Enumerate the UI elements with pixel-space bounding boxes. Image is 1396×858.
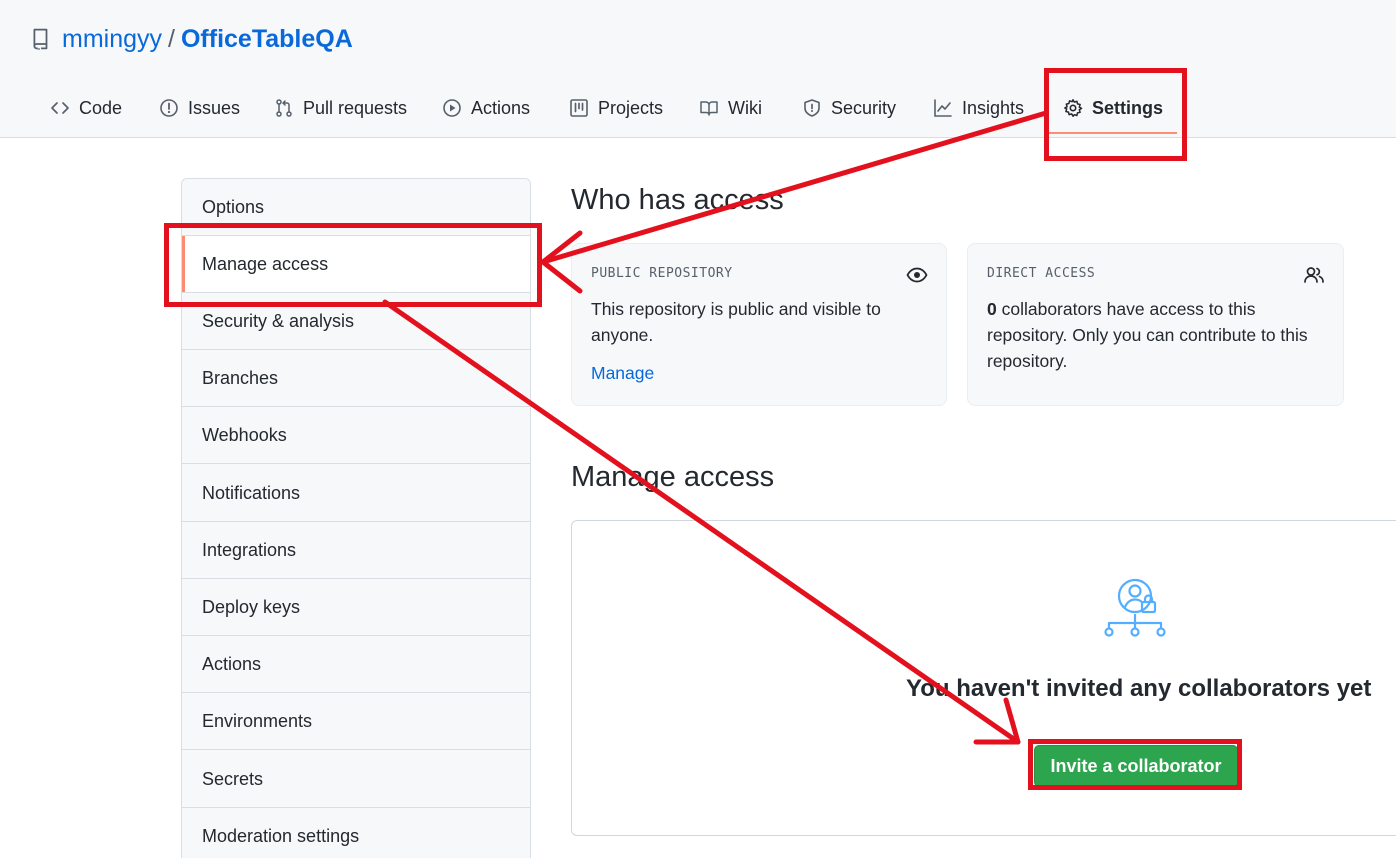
sidebar-item-label: Secrets [202,768,264,789]
sidebar-item-label: Branches [202,367,279,388]
tab-wiki[interactable]: Wiki [699,84,762,132]
collaborators-empty-state: You haven't invited any collaborators ye… [571,520,1396,836]
empty-state-title: You haven't invited any collaborators ye… [906,675,1372,702]
sidebar-item-label: Deploy keys [202,596,301,617]
sidebar-item-actions[interactable]: Actions [182,636,530,693]
collaborator-count: 0 [987,299,997,319]
tab-code[interactable]: Code [50,84,122,132]
public-repository-card: PUBLIC REPOSITORY This repository is pub… [571,243,947,406]
invite-collaborator-button[interactable]: Invite a collaborator [1034,745,1238,787]
tab-projects[interactable]: Projects [569,84,663,132]
shield-icon [804,99,820,117]
tab-label: Code [79,97,123,118]
card-label: PUBLIC REPOSITORY [591,266,733,281]
repo-title: mmingyy / OfficeTableQA [32,22,353,56]
card-label: DIRECT ACCESS [987,266,1096,281]
sidebar-item-options[interactable]: Options [182,179,530,236]
book-icon [700,101,718,116]
sidebar-item-label: Actions [202,653,262,674]
card-text-line: collaborators have access to this [996,299,1256,319]
sidebar-item-label: Webhooks [202,424,287,445]
card-description: This repository is public and visible to… [591,296,881,348]
people-icon [1304,267,1324,283]
repo-tabs: Code Issues Pull requests Actions Projec… [0,84,1396,134]
manage-access-heading: Manage access [571,461,775,493]
tab-label: Actions [471,97,531,118]
card-text-line: repository. Only you can contribute to t… [987,325,1308,345]
card-text-line: This repository is public and visible to [591,299,881,319]
direct-access-card: DIRECT ACCESS 0 collaborators have acces… [967,243,1344,406]
who-has-access-heading: Who has access [571,184,784,216]
gear-icon [1064,99,1083,117]
tab-label: Insights [962,97,1025,118]
project-icon [570,99,588,117]
sidebar-item-label: Manage access [202,253,329,274]
sidebar-item-manage-access[interactable]: Manage access [182,236,530,293]
sidebar-item-secrets[interactable]: Secrets [182,751,530,808]
manage-visibility-link[interactable]: Manage [591,363,654,384]
repo-header: mmingyy / OfficeTableQA Code Issues Pull… [0,0,1396,138]
tab-label: Projects [598,97,664,118]
sidebar-item-integrations[interactable]: Integrations [182,522,530,579]
pull-request-icon [276,99,292,117]
sidebar-item-label: Environments [202,710,313,731]
card-text-line: anyone. [591,325,654,345]
sidebar-item-label: Options [202,196,265,217]
sidebar-item-notifications[interactable]: Notifications [182,465,530,522]
sidebar-item-moderation-settings[interactable]: Moderation settings [182,808,530,858]
tab-actions[interactable]: Actions [442,84,530,132]
eye-icon [906,267,928,283]
tab-pull-requests[interactable]: Pull requests [274,84,407,132]
repo-owner-link[interactable]: mmingyy [62,25,162,54]
repo-separator: / [168,24,175,53]
graph-icon [934,99,952,117]
repo-name-link[interactable]: OfficeTableQA [181,25,353,54]
tab-label: Settings [1092,97,1164,118]
card-text-line: repository. [987,351,1068,371]
tab-insights[interactable]: Insights [933,84,1024,132]
sidebar-item-label: Moderation settings [202,825,360,846]
tab-label: Pull requests [303,97,408,118]
issue-icon [160,99,178,117]
sidebar-item-environments[interactable]: Environments [182,693,530,750]
tab-security[interactable]: Security [802,84,896,132]
sidebar-item-deploy-keys[interactable]: Deploy keys [182,579,530,636]
sidebar-item-label: Notifications [202,482,301,503]
code-icon [51,102,69,114]
tab-settings[interactable]: Settings [1048,84,1178,134]
sidebar-item-webhooks[interactable]: Webhooks [182,407,530,464]
tab-label: Issues [188,97,241,118]
play-icon [443,99,461,117]
sidebar-item-branches[interactable]: Branches [182,350,530,407]
repo-icon [33,28,48,50]
sidebar-item-label: Security & analysis [202,310,355,331]
tab-label: Security [831,97,897,118]
settings-sidebar: Options Manage access Security & analysi… [181,178,531,858]
tab-issues[interactable]: Issues [159,84,240,132]
tab-label: Wiki [728,97,762,118]
sidebar-item-label: Integrations [202,539,297,560]
card-description: 0 collaborators have access to this repo… [987,296,1308,374]
person-lock-icon [1104,578,1166,637]
sidebar-item-security-analysis[interactable]: Security & analysis [182,293,530,350]
